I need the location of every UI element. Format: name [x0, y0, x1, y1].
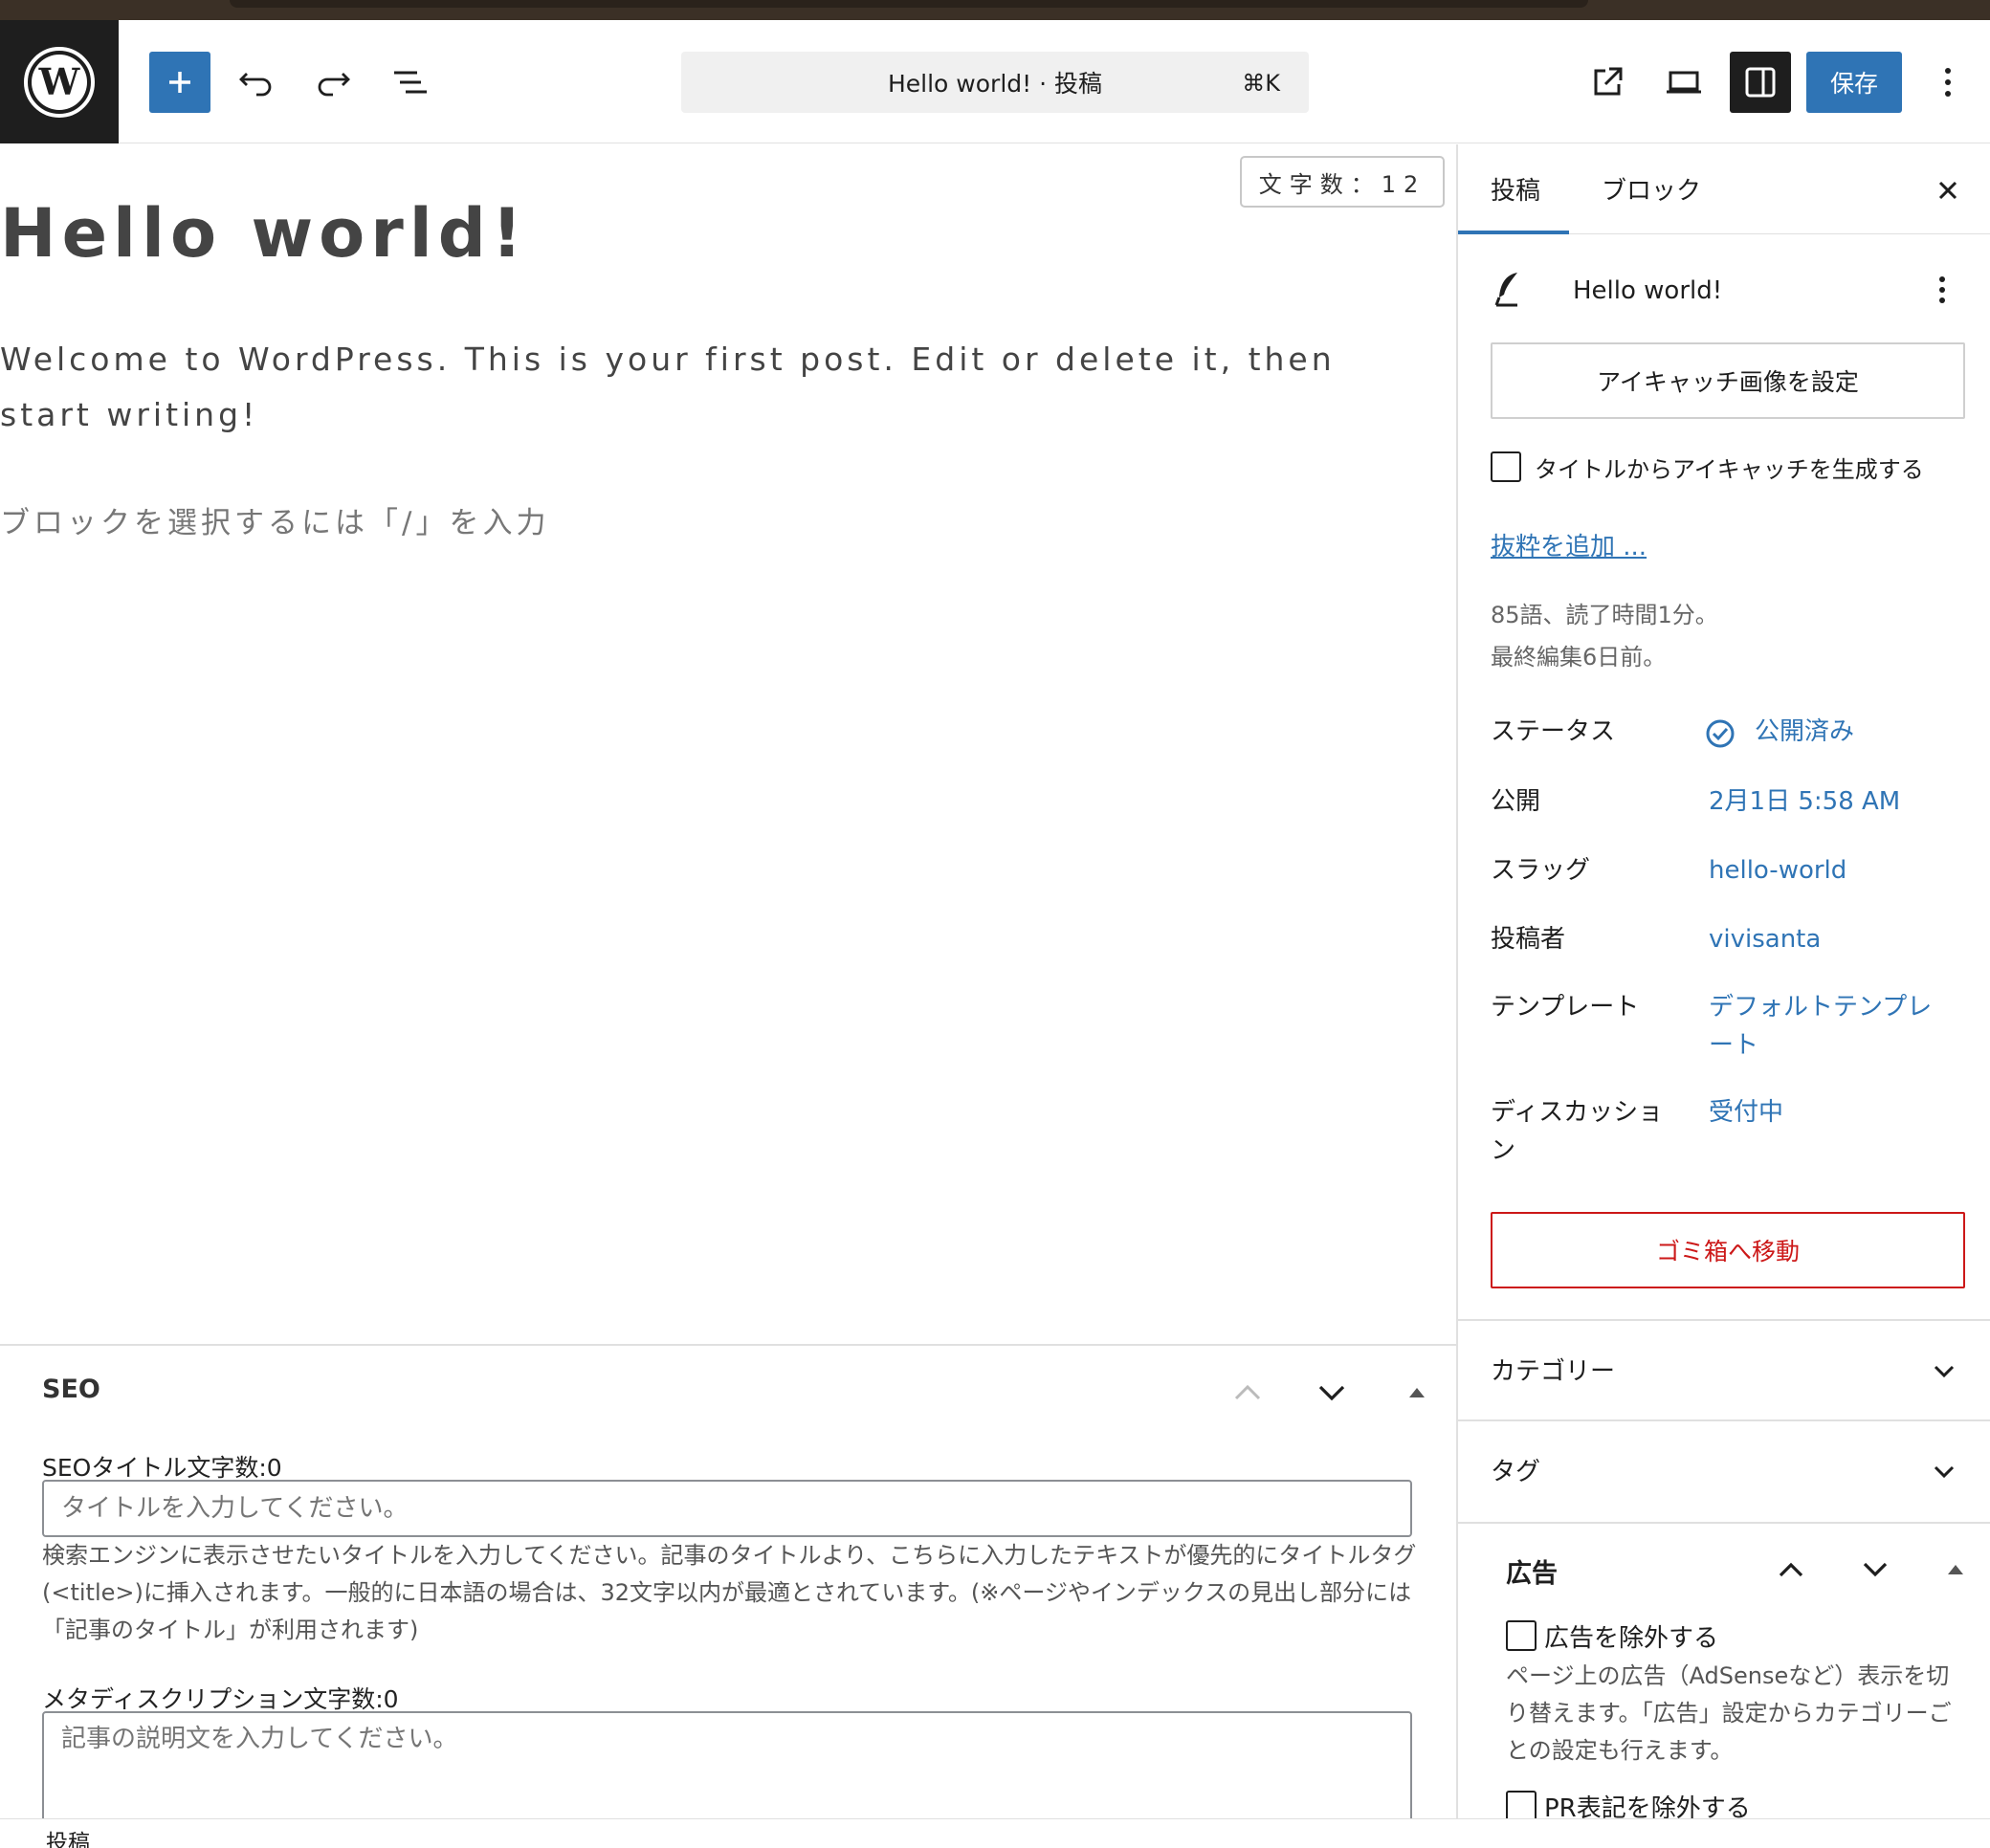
seo-metabox: SEO SEOタイトル文字数:0 検索エンジンに表示させたいタイトルを入力してく… — [0, 1344, 1456, 1818]
preview-device-icon[interactable] — [1653, 52, 1714, 113]
template-label: テンプレート — [1491, 993, 1640, 1022]
collapse-triangle-icon[interactable] — [1391, 1367, 1443, 1419]
ad-help-text: ページ上の広告（AdSenseなど）表示を切り替えます。「広告」設定からカテゴリ… — [1506, 1662, 1952, 1764]
author-label: 投稿者 — [1491, 925, 1566, 954]
slug-label: スラッグ — [1491, 856, 1591, 885]
publish-date-value[interactable]: 2月1日 5:58 AM — [1709, 782, 1900, 821]
svg-text:W: W — [38, 60, 81, 103]
word-count-badge: 文字数：12 — [1240, 156, 1445, 208]
sidebar-tabs: 投稿 ブロック — [1458, 144, 1990, 234]
chevron-down-icon[interactable] — [1923, 1350, 1965, 1392]
redo-icon[interactable] — [302, 52, 364, 113]
generate-featured-label: タイトルからアイキャッチを生成する — [1535, 455, 1924, 483]
editor-footer-breadcrumb: 投稿 — [0, 1818, 1990, 1848]
status-value[interactable]: 公開済み — [1706, 713, 1855, 751]
block-appender-placeholder[interactable]: ブロックを選択するには「/」を入力 — [0, 498, 549, 541]
discussion-label: ディスカッション — [1491, 1098, 1664, 1165]
browser-top-strip — [0, 0, 1990, 20]
undo-icon[interactable] — [226, 52, 287, 113]
status-value-text: 公開済み — [1755, 717, 1855, 746]
editor-header: W Hello world! · 投稿 ⌘K 保存 — [0, 20, 1990, 143]
move-down-icon[interactable] — [1850, 1545, 1900, 1595]
exclude-ads-option[interactable]: 広告を除外する — [1506, 1619, 1719, 1653]
post-summary-header: Hello world! — [1492, 267, 1961, 315]
seo-title-input[interactable] — [42, 1480, 1412, 1537]
meta-description-count-label: メタディスクリプション文字数:0 — [42, 1685, 399, 1713]
sidebar-icon — [1745, 67, 1776, 98]
document-title: Hello world! · 投稿 — [887, 70, 1102, 98]
slug-value[interactable]: hello-world — [1709, 851, 1846, 890]
save-button[interactable]: 保存 — [1806, 52, 1902, 113]
discussion-value[interactable]: 受付中 — [1709, 1093, 1783, 1132]
seo-title-help: 検索エンジンに表示させたいタイトルを入力してください。記事のタイトルより、こちら… — [42, 1542, 1417, 1643]
tag-panel[interactable]: タグ — [1458, 1419, 1990, 1519]
publish-label: 公開 — [1491, 787, 1541, 816]
move-to-trash-button[interactable]: ゴミ箱へ移動 — [1491, 1212, 1965, 1288]
move-down-icon[interactable] — [1306, 1367, 1358, 1419]
add-excerpt-link[interactable]: 抜粋を追加 ... — [1491, 527, 1647, 562]
category-panel[interactable]: カテゴリー — [1458, 1319, 1990, 1419]
document-overview-icon[interactable] — [379, 52, 440, 113]
published-check-icon — [1706, 719, 1735, 748]
move-up-icon[interactable] — [1766, 1545, 1816, 1595]
external-link-icon[interactable] — [1577, 52, 1638, 113]
last-edited-meta: 最終編集6日前。 — [1491, 644, 1667, 671]
template-value[interactable]: デフォルトテンプレート — [1709, 988, 1948, 1065]
ad-metabox-title: 広告 — [1506, 1559, 1558, 1589]
feather-icon — [1494, 273, 1517, 307]
post-actions-more-icon[interactable] — [1923, 269, 1961, 311]
seo-title-count-label: SEOタイトル文字数:0 — [42, 1454, 282, 1482]
settings-sidebar-toggle[interactable] — [1730, 52, 1791, 113]
status-label: ステータス — [1491, 717, 1616, 746]
settings-sidebar: 投稿 ブロック Hello world! アイキャッチ画像を設定 タイトルからア… — [1456, 144, 1990, 1818]
exclude-ads-label: 広告を除外する — [1544, 1623, 1719, 1653]
command-palette-button[interactable]: Hello world! · 投稿 ⌘K — [681, 52, 1309, 113]
editor-canvas: 文字数：12 Hello world! Welcome to WordPress… — [0, 144, 1456, 1344]
exclude-pr-option[interactable]: PR表記を除外する — [1506, 1790, 1751, 1818]
generate-featured-checkbox[interactable] — [1491, 451, 1521, 482]
shortcut-hint: ⌘K — [1242, 70, 1280, 97]
meta-description-textarea[interactable] — [42, 1711, 1412, 1818]
add-block-button[interactable] — [149, 52, 210, 113]
paragraph-block[interactable]: Welcome to WordPress. This is your first… — [0, 332, 1406, 443]
wordpress-logo-icon[interactable]: W — [0, 20, 119, 143]
set-featured-image-button[interactable]: アイキャッチ画像を設定 — [1491, 342, 1965, 419]
exclude-ads-checkbox[interactable] — [1506, 1620, 1537, 1651]
seo-metabox-title: SEO — [42, 1375, 100, 1404]
tab-block[interactable]: ブロック — [1602, 171, 1701, 207]
tab-post[interactable]: 投稿 — [1491, 171, 1540, 207]
chevron-down-icon[interactable] — [1923, 1450, 1965, 1492]
category-panel-title: カテゴリー — [1491, 1357, 1616, 1386]
exclude-pr-checkbox[interactable] — [1506, 1791, 1537, 1818]
collapse-triangle-icon[interactable] — [1931, 1545, 1980, 1595]
author-value[interactable]: vivisanta — [1709, 920, 1821, 958]
sidebar-post-title: Hello world! — [1573, 276, 1723, 305]
options-more-icon[interactable] — [1917, 52, 1979, 113]
generate-featured-from-title[interactable]: タイトルからアイキャッチを生成する — [1491, 451, 1924, 483]
reading-time-meta: 85語、読了時間1分。 — [1491, 602, 1718, 628]
active-tab-indicator — [1458, 231, 1569, 234]
tag-panel-title: タグ — [1491, 1458, 1541, 1486]
breadcrumb-post[interactable]: 投稿 — [46, 1824, 90, 1848]
ad-metabox: 広告 広告を除外する ページ上の広告（AdSenseなど）表示を切り替えます。「… — [1458, 1522, 1990, 1818]
move-up-icon[interactable] — [1222, 1367, 1273, 1419]
post-title[interactable]: Hello world! — [0, 194, 528, 273]
exclude-pr-label: PR表記を除外する — [1544, 1793, 1751, 1819]
close-icon[interactable] — [1925, 167, 1971, 213]
